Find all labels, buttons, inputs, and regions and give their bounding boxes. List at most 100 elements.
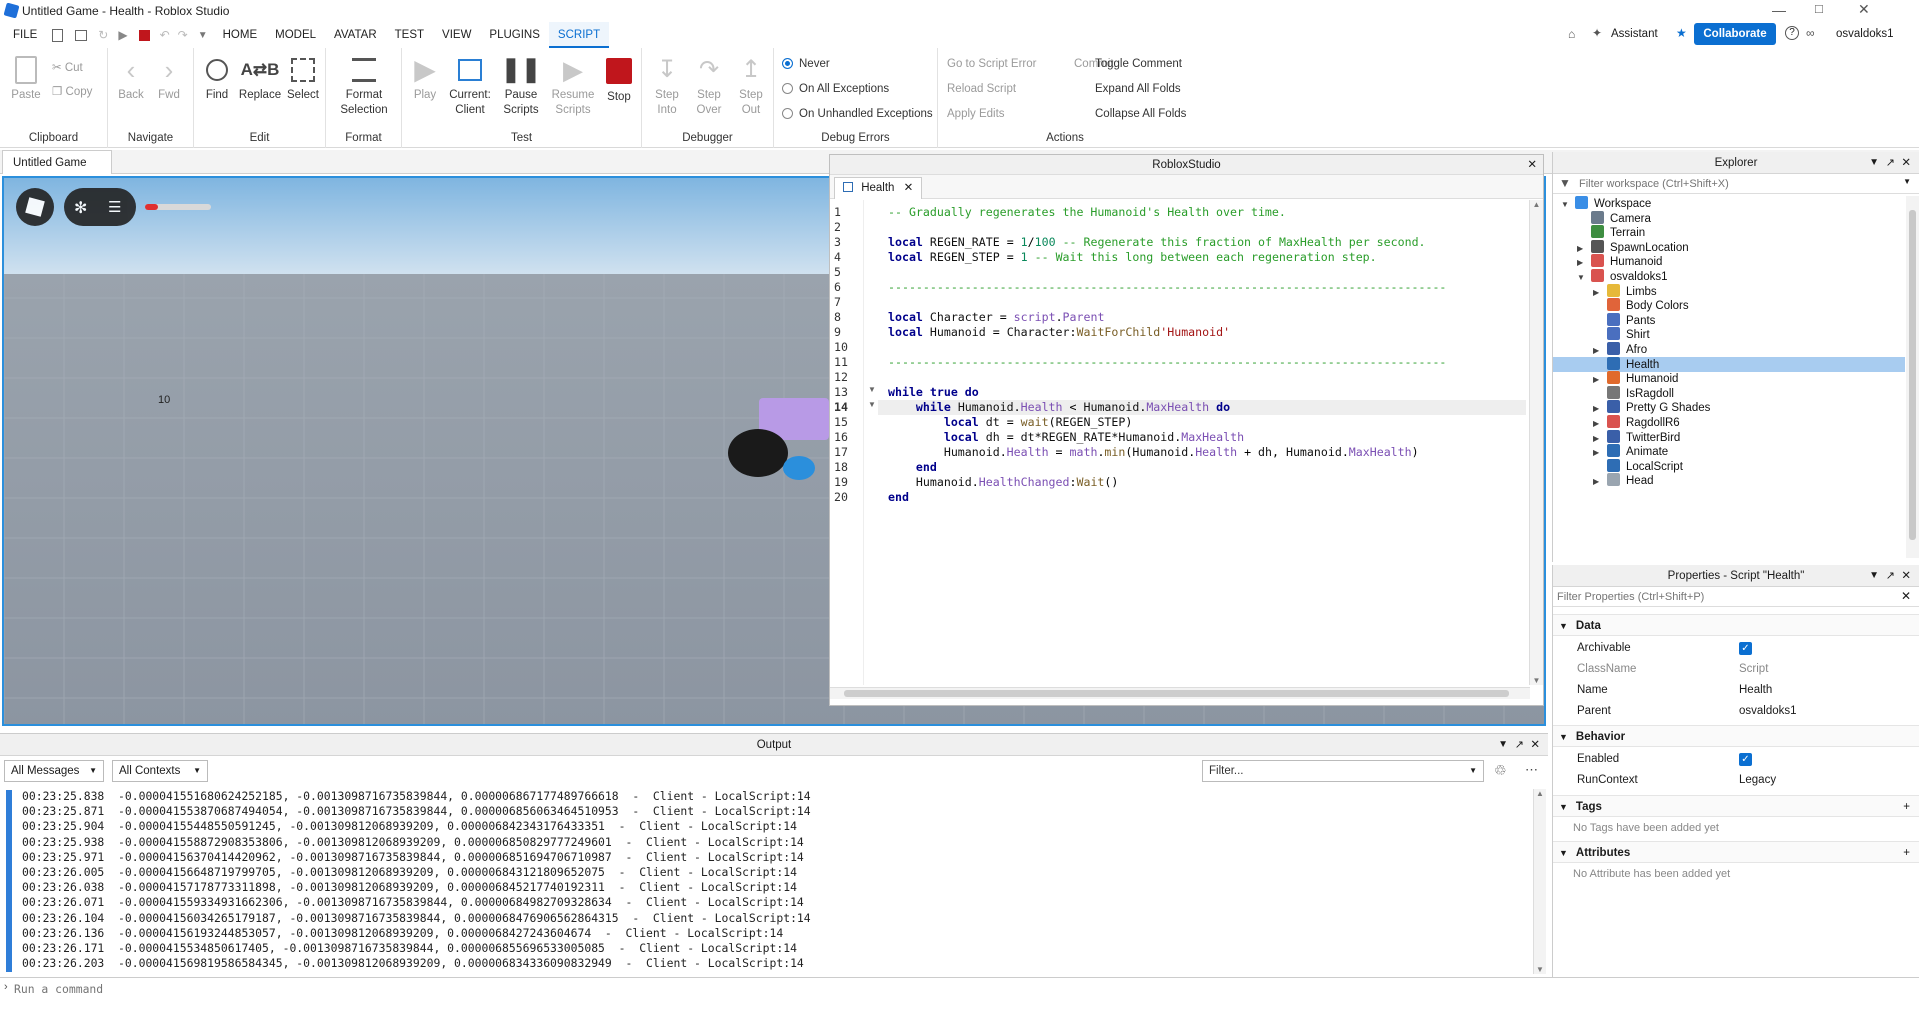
explorer-item[interactable]: ▶ Animate [1553,444,1905,459]
customize-icon[interactable]: ▼ [198,30,208,41]
explorer-scroll-thumb[interactable] [1909,210,1916,540]
radio-on-all-exceptions[interactable]: On All Exceptions [782,83,889,95]
explorer-close-icon[interactable]: ✕ [1901,152,1911,174]
expand-all-folds-button[interactable]: Expand All Folds [1095,83,1181,95]
current-client-button[interactable]: Current: Client [446,56,494,118]
editor-vertical-scrollbar[interactable]: ▲ ▼ [1529,200,1543,685]
fold-marker-13-icon[interactable]: ▼ [868,385,876,394]
explorer-item[interactable]: ▶ Head [1553,473,1905,488]
explorer-filter-input[interactable] [1579,175,1889,192]
pause-scripts-button[interactable]: ❚❚ Pause Scripts [498,56,544,118]
radio-never[interactable]: Never [782,58,830,70]
explorer-item[interactable]: Camera [1553,210,1905,226]
explorer-item[interactable]: IsRagdoll [1553,385,1905,401]
explorer-item[interactable]: ▶ SpawnLocation [1553,239,1905,255]
explorer-item[interactable]: Shirt [1553,327,1905,342]
select-button[interactable]: Select [284,56,322,103]
explorer-item[interactable]: ▼ Workspace [1553,196,1905,211]
output-filter-box[interactable]: Filter... ▼ [1202,760,1484,782]
add-attribute-icon[interactable]: + [1903,842,1910,864]
collapse-all-folds-button[interactable]: Collapse All Folds [1095,108,1186,120]
share-icon[interactable]: ∞ [1806,26,1815,40]
collaborate-button[interactable]: Collaborate [1694,23,1776,45]
explorer-item[interactable]: ▶ Afro [1553,342,1905,357]
emote-wheel-icon[interactable]: ✻ [74,198,87,218]
menu-file[interactable]: FILE [4,22,46,48]
all-contexts-dropdown[interactable]: All Contexts ▼ [112,760,208,782]
explorer-item[interactable]: ▶ TwitterBird [1553,429,1905,445]
stop-button[interactable]: Stop [602,56,636,105]
output-dropdown-icon[interactable]: ▼ [1498,734,1508,756]
menu-plugins[interactable]: PLUGINS [480,22,549,48]
editor-horizontal-scrollbar[interactable] [830,687,1530,699]
prop-name-value[interactable]: Health [1739,680,1772,701]
add-tag-icon[interactable]: + [1903,796,1910,818]
assistant-button[interactable]: Assistant [1611,28,1658,40]
prop-runcontext-value[interactable]: Legacy [1739,770,1776,791]
explorer-filter-dropdown-icon[interactable]: ▼ [1903,177,1911,186]
play-quick-icon[interactable]: ▶ [118,28,127,42]
explorer-item[interactable]: ▶ Limbs [1553,283,1905,299]
new-file-icon[interactable] [52,28,64,42]
explorer-item[interactable]: ▶ RagdollR6 [1553,415,1905,430]
properties-filter-input[interactable] [1557,588,1887,605]
output-scroll-up-icon[interactable]: ▲ [1534,789,1546,798]
assistant-icon[interactable]: ✦ [1592,26,1602,40]
output-close-icon[interactable]: ✕ [1530,734,1540,756]
editor-scroll-up-icon[interactable]: ▲ [1530,200,1543,209]
explorer-item[interactable]: Pants [1553,312,1905,328]
roblox-menu-button[interactable] [16,188,54,226]
find-button[interactable]: Find [200,56,234,103]
output-log[interactable]: 00:23:25.838 -0.0000415516806242521​85, … [22,789,1522,973]
user-name[interactable]: osvaldoks1 [1836,28,1894,40]
explorer-popout-icon[interactable]: ↗ [1886,152,1895,174]
explorer-item[interactable]: ▶ Humanoid [1553,254,1905,269]
editor-scroll-down-icon[interactable]: ▼ [1530,676,1543,685]
collapsed-arrow-icon[interactable]: ▶ [1593,474,1607,489]
output-more-icon[interactable]: ⋯ [1525,762,1538,778]
archivable-checkbox[interactable]: ✓ [1739,642,1752,655]
close-window-icon[interactable]: ✕ [1858,1,1870,18]
close-script-tab-icon[interactable]: ✕ [904,182,914,194]
menu-home[interactable]: HOME [214,22,267,48]
code-area[interactable]: -- Gradually regenerates the Humanoid's … [888,205,1528,683]
tab-untitled-game[interactable]: Untitled Game ✕ [2,150,112,193]
menu-script[interactable]: SCRIPT [548,22,610,48]
section-tags[interactable]: ▼ Tags + [1553,795,1919,817]
explorer-scrollbar[interactable] [1906,196,1919,558]
explorer-item[interactable]: ▶ Pretty G Shades [1553,400,1905,415]
chat-icon[interactable]: ☰ [108,198,121,216]
fold-marker-14-icon[interactable]: ▼ [868,400,876,409]
explorer-item[interactable]: LocalScript [1553,458,1905,474]
radio-on-unhandled-exceptions[interactable]: On Unhandled Exceptions [782,108,933,120]
explorer-item[interactable]: Terrain [1553,225,1905,240]
replace-button[interactable]: A⇄B Replace [238,56,282,103]
section-attributes[interactable]: ▼ Attributes + [1553,841,1919,863]
section-data[interactable]: ▼ Data [1553,614,1919,636]
prop-parent-value[interactable]: osvaldoks1 [1739,701,1797,722]
command-input[interactable] [14,980,1894,998]
properties-filter-close-icon[interactable]: ✕ [1901,589,1911,603]
close-editor-window-icon[interactable]: ✕ [1527,155,1537,175]
explorer-item[interactable]: Health [1553,356,1905,372]
properties-close-icon[interactable]: ✕ [1901,565,1911,587]
explorer-item[interactable]: ▶ Humanoid [1553,371,1905,386]
properties-dropdown-icon[interactable]: ▼ [1869,565,1879,587]
format-selection-button[interactable]: Format Selection [332,56,396,118]
explorer-dropdown-icon[interactable]: ▼ [1869,152,1879,174]
explorer-item[interactable]: ▼ osvaldoks1 [1553,269,1905,284]
enabled-checkbox[interactable]: ✓ [1739,753,1752,766]
toggle-comment-button[interactable]: Toggle Comment [1095,58,1182,70]
output-popout-icon[interactable]: ↗ [1515,734,1524,756]
all-messages-dropdown[interactable]: All Messages ▼ [4,760,104,782]
clear-output-icon[interactable]: ♲ [1494,762,1507,779]
minimize-icon[interactable]: — [1772,2,1786,18]
menu-view[interactable]: VIEW [433,22,480,48]
editor-hscroll-thumb[interactable] [844,690,1509,697]
tab-health-script[interactable]: Health ✕ [834,177,923,199]
properties-popout-icon[interactable]: ↗ [1886,565,1895,587]
open-file-icon[interactable] [75,29,88,41]
menu-model[interactable]: MODEL [266,22,325,48]
explorer-item[interactable]: Body Colors [1553,298,1905,313]
maximize-icon[interactable]: □ [1815,1,1823,16]
